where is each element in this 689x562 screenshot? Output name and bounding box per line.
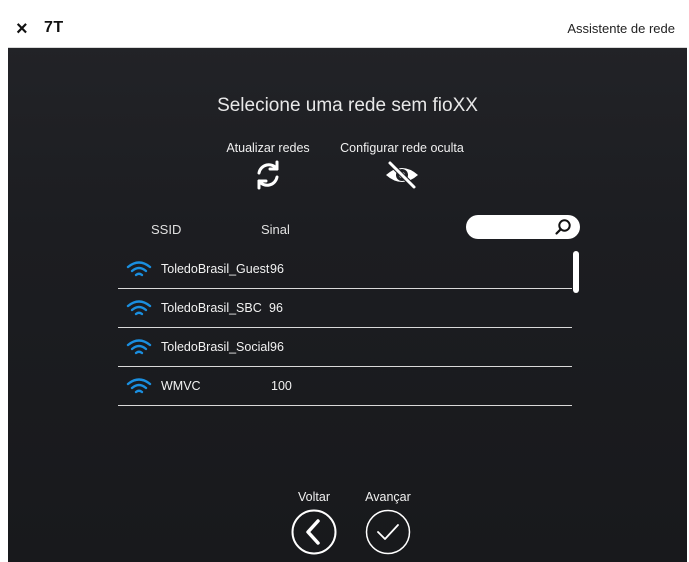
wifi-icon [126,261,152,277]
column-header-signal[interactable]: Sinal [261,222,290,237]
list-item[interactable]: ToledoBrasil_SBC 96 [118,290,572,328]
next-label: Avançar [365,490,411,504]
back-button[interactable]: Voltar [286,490,342,556]
wifi-icon [126,339,152,355]
configure-hidden-network-label: Configurar rede oculta [340,141,464,155]
wifi-icon [126,378,152,394]
close-icon[interactable]: × [16,18,36,40]
back-label: Voltar [298,490,330,504]
list-scrollbar[interactable] [573,251,579,293]
refresh-networks-button[interactable]: Atualizar redes [220,141,316,192]
page-title: Selecione uma rede sem fioXX [217,95,478,116]
network-signal: 96 [270,262,284,276]
network-list: ToledoBrasil_Guest 96 ToledoBrasil_SBC 9… [118,251,572,407]
refresh-networks-label: Atualizar redes [226,141,310,155]
list-item[interactable]: WMVC 100 [118,368,572,406]
network-signal: 100 [271,379,292,393]
network-signal: 96 [269,301,283,315]
chevron-left-icon [291,509,337,555]
window-title: Assistente de rede [567,21,675,36]
next-button[interactable]: Avançar [357,490,419,556]
column-header-ssid[interactable]: SSID [151,222,181,237]
wifi-icon [126,300,152,316]
checkmark-icon [365,509,411,555]
eye-slash-icon [386,160,418,190]
search-input[interactable] [476,218,560,238]
title-bar: × 7T Assistente de rede [8,11,687,48]
list-item[interactable]: ToledoBrasil_Guest 96 [118,251,572,289]
network-ssid: ToledoBrasil_Guest [161,262,270,276]
network-ssid: WMVC [161,379,201,393]
network-ssid: ToledoBrasil_Social [161,340,271,354]
refresh-icon [257,160,279,190]
list-item[interactable]: ToledoBrasil_Social 96 [118,329,572,367]
network-signal: 96 [270,340,284,354]
configure-hidden-network-button[interactable]: Configurar rede oculta [336,141,468,192]
search-box[interactable] [466,215,580,239]
network-ssid: ToledoBrasil_SBC [161,301,262,315]
search-icon[interactable] [554,218,572,236]
app-code: 7T [44,19,64,36]
network-wizard-window: × 7T Assistente de rede Selecione uma re… [8,11,687,562]
